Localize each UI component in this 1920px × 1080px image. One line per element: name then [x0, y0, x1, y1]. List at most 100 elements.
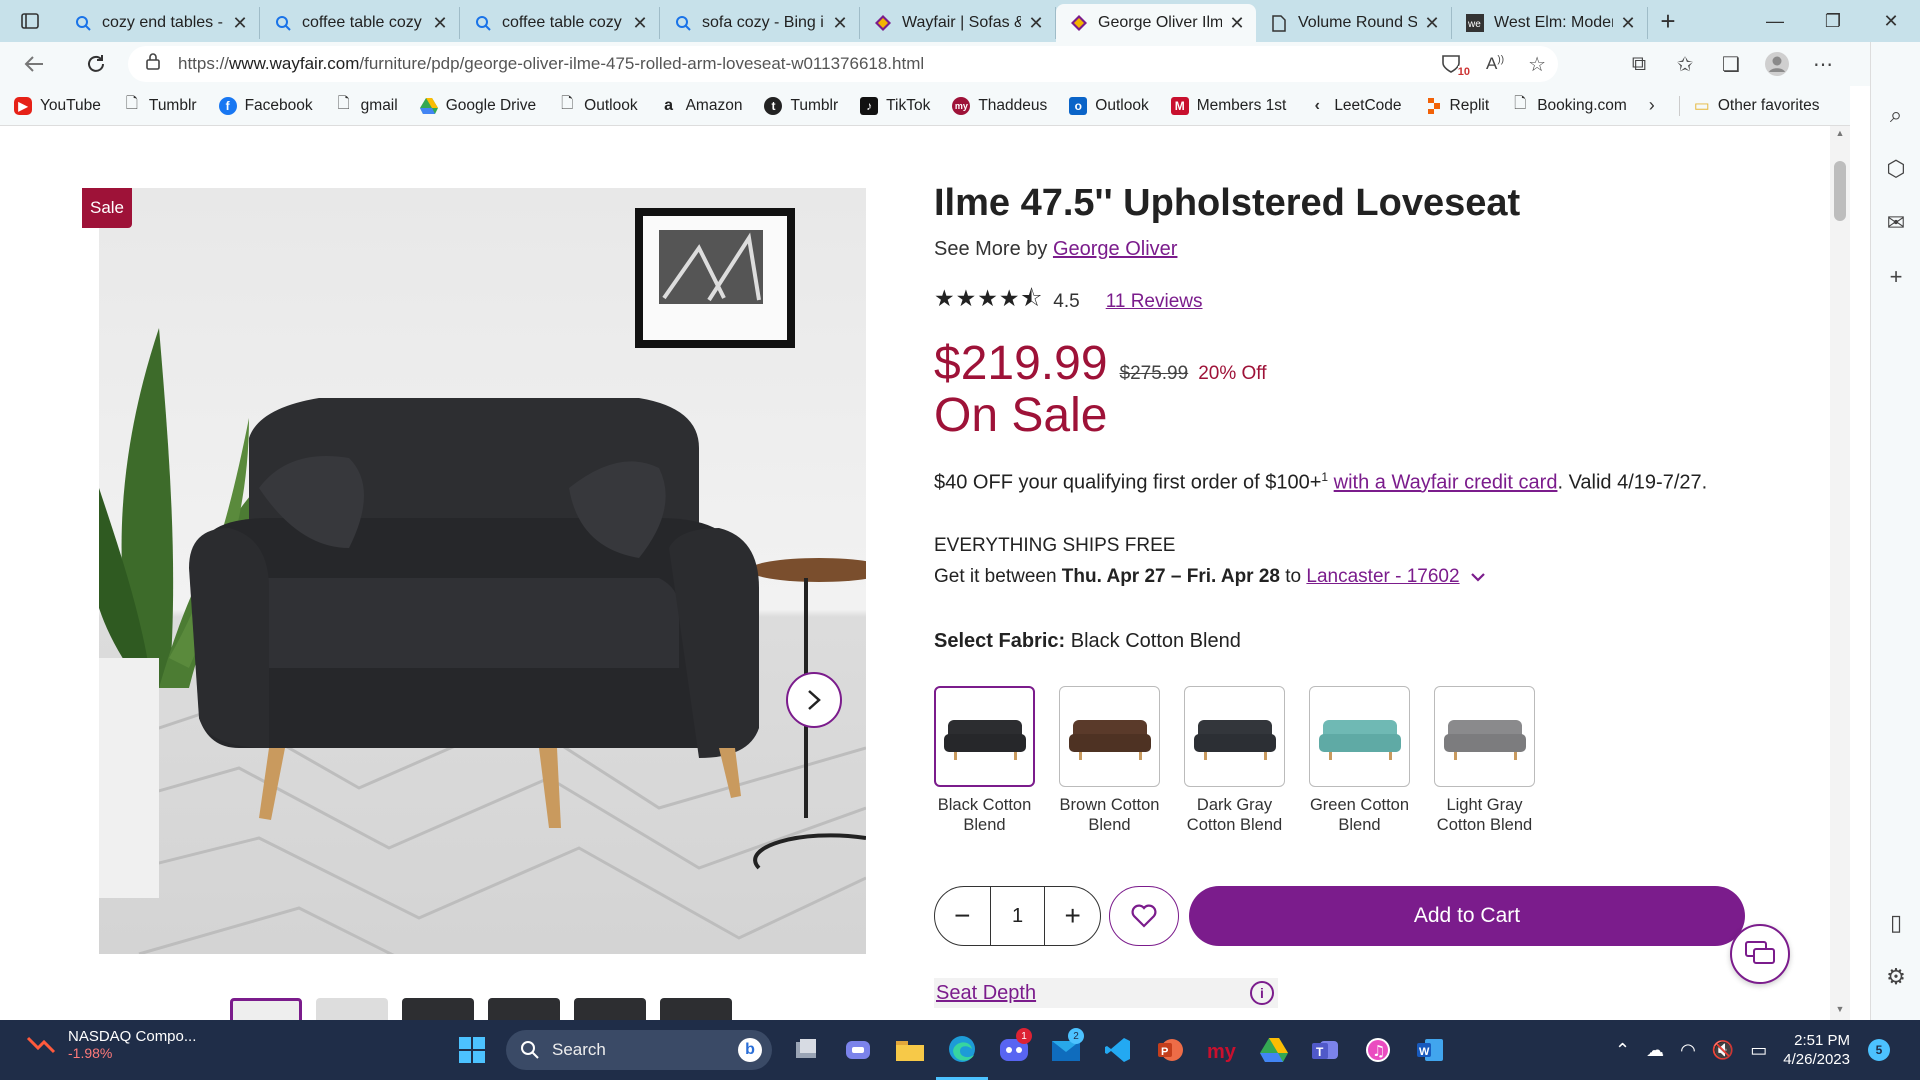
start-button[interactable] [446, 1020, 498, 1080]
tab-close-icon[interactable]: ✕ [231, 13, 249, 34]
bookmark-replit[interactable]: Replit [1424, 97, 1489, 115]
decrease-quantity-button[interactable]: − [935, 887, 990, 945]
shopping-icon[interactable]: ⬡ [1871, 142, 1920, 196]
other-favorites-folder[interactable]: ▭ Other favorites [1678, 95, 1820, 116]
thumbnail[interactable] [488, 998, 560, 1020]
tab-close-icon[interactable]: ✕ [1027, 13, 1045, 34]
scroll-down-icon[interactable]: ▼ [1830, 1004, 1850, 1018]
chevron-right-icon[interactable]: › [1649, 95, 1655, 116]
teams-chat-icon[interactable] [832, 1020, 884, 1080]
url-field[interactable]: https://www.wayfair.com/furniture/pdp/ge… [128, 46, 1558, 82]
refresh-button[interactable] [74, 44, 118, 84]
read-aloud-icon[interactable]: A)) [1486, 54, 1504, 74]
swatch-image[interactable] [1434, 686, 1535, 787]
swatch-green[interactable]: Green Cotton Blend [1309, 686, 1410, 835]
tab-close-icon[interactable]: ✕ [1228, 13, 1246, 34]
favorites-icon[interactable]: ✩ [1662, 44, 1708, 84]
bookmark-google-drive[interactable]: Google Drive [419, 97, 536, 115]
new-tab-button[interactable]: + [1648, 0, 1688, 42]
onedrive-icon[interactable]: ☁ [1646, 1040, 1664, 1061]
swatch-image[interactable] [934, 686, 1035, 787]
next-image-button[interactable] [786, 672, 842, 728]
wifi-icon[interactable]: ◠ [1680, 1040, 1696, 1061]
file-explorer-icon[interactable] [884, 1020, 936, 1080]
swatch-image[interactable] [1059, 686, 1160, 787]
collections-icon[interactable]: ❏ [1708, 44, 1754, 84]
tab-2[interactable]: coffee table cozy ✕ [460, 7, 660, 39]
bookmark-tiktok[interactable]: ♪ TikTok [860, 96, 930, 115]
seat-depth-link[interactable]: Seat Depth [936, 982, 1036, 1005]
thumbnail[interactable] [316, 998, 388, 1020]
google-drive-icon[interactable] [1248, 1020, 1300, 1080]
search-icon[interactable]: ⌕ [1871, 88, 1920, 142]
bookmark-members-1st[interactable]: M Members 1st [1170, 96, 1286, 115]
chevron-up-icon[interactable]: ⌃ [1615, 1040, 1630, 1061]
bookmark-thaddeus[interactable]: my Thaddeus [952, 96, 1047, 115]
brand-link[interactable]: George Oliver [1053, 238, 1178, 260]
thumbnail[interactable] [402, 998, 474, 1020]
bookmark-outlook[interactable]: 🗋 Outlook [558, 95, 637, 115]
itunes-icon[interactable]: ♫ [1352, 1020, 1404, 1080]
bookmark-facebook[interactable]: f Facebook [218, 96, 313, 115]
tab-3[interactable]: sofa cozy - Bing in ✕ [660, 7, 860, 39]
thumbnail[interactable] [230, 998, 302, 1020]
tab-actions-button[interactable] [0, 0, 60, 42]
bookmark-outlook-2[interactable]: o Outlook [1069, 96, 1149, 115]
clock[interactable]: 2:51 PM 4/26/2023 [1783, 1031, 1850, 1069]
page-scrollbar[interactable]: ▲ ▼ [1830, 126, 1850, 1020]
add-to-favorites-button[interactable] [1109, 886, 1179, 946]
add-icon[interactable]: + [1871, 250, 1920, 304]
powerpoint-icon[interactable]: P [1144, 1020, 1196, 1080]
tab-close-icon[interactable]: ✕ [1423, 13, 1441, 34]
split-screen-icon[interactable]: ▯ [1871, 896, 1920, 950]
settings-icon[interactable]: ⚙ [1871, 950, 1920, 1004]
bookmark-leetcode[interactable]: ‹ LeetCode [1308, 97, 1402, 115]
maximize-button[interactable]: ❐ [1804, 0, 1862, 42]
profile-avatar[interactable] [1754, 44, 1800, 84]
minimize-button[interactable]: — [1746, 0, 1804, 42]
chevron-down-icon[interactable] [1471, 566, 1485, 587]
notification-badge[interactable]: 5 [1868, 1039, 1890, 1061]
chat-button[interactable] [1730, 924, 1790, 984]
battery-icon[interactable]: ▭ [1750, 1040, 1767, 1061]
back-button[interactable] [12, 44, 56, 84]
add-to-cart-button[interactable]: Add to Cart [1189, 886, 1745, 946]
bookmark-tumblr-2[interactable]: t Tumblr [764, 96, 838, 115]
quantity-input[interactable]: 1 [989, 887, 1046, 945]
tab-close-icon[interactable]: ✕ [631, 13, 649, 34]
location-link[interactable]: Lancaster - 17602 [1306, 566, 1459, 587]
close-window-button[interactable]: ✕ [1862, 0, 1920, 42]
product-image[interactable] [99, 188, 866, 954]
more-menu-icon[interactable]: ⋯ [1800, 44, 1846, 84]
tab-close-icon[interactable]: ✕ [1619, 13, 1637, 34]
extensions-icon[interactable]: ⧉ [1616, 44, 1662, 84]
thumbnail[interactable] [574, 998, 646, 1020]
bookmark-amazon[interactable]: a Amazon [660, 97, 742, 115]
volume-muted-icon[interactable]: 🔇 [1712, 1040, 1734, 1061]
mail-icon[interactable]: 2 [1040, 1020, 1092, 1080]
tab-close-icon[interactable]: ✕ [831, 13, 849, 34]
tab-6[interactable]: Volume Round St ✕ [1256, 7, 1452, 39]
thumbnail[interactable] [660, 998, 732, 1020]
swatch-image[interactable] [1309, 686, 1410, 787]
info-icon[interactable]: i [1250, 981, 1274, 1005]
scroll-up-icon[interactable]: ▲ [1830, 128, 1850, 142]
swatch-brown[interactable]: Brown Cotton Blend [1059, 686, 1160, 835]
increase-quantity-button[interactable]: + [1045, 887, 1100, 945]
swatch-black[interactable]: Black Cotton Blend [934, 686, 1035, 835]
tab-4[interactable]: Wayfair | Sofas & ✕ [860, 7, 1056, 39]
credit-card-link[interactable]: with a Wayfair credit card [1334, 472, 1558, 494]
scrollbar-thumb[interactable] [1834, 161, 1846, 221]
my-app-icon[interactable]: my [1196, 1020, 1248, 1080]
word-icon[interactable]: W [1404, 1020, 1456, 1080]
tab-1[interactable]: coffee table cozy ✕ [260, 7, 460, 39]
task-view-icon[interactable] [780, 1020, 832, 1080]
discord-icon[interactable]: 1 [988, 1020, 1040, 1080]
outlook-icon[interactable]: ✉ [1871, 196, 1920, 250]
vscode-icon[interactable] [1092, 1020, 1144, 1080]
bookmark-booking[interactable]: 🗋 Booking.com [1511, 95, 1627, 115]
taskbar-search[interactable]: Search b [506, 1030, 772, 1070]
bookmark-tumblr[interactable]: 🗋 Tumblr [123, 95, 197, 115]
stock-widget[interactable]: NASDAQ Compo... -1.98% [26, 1028, 196, 1061]
tracker-shield-icon[interactable]: 10 [1440, 54, 1471, 78]
